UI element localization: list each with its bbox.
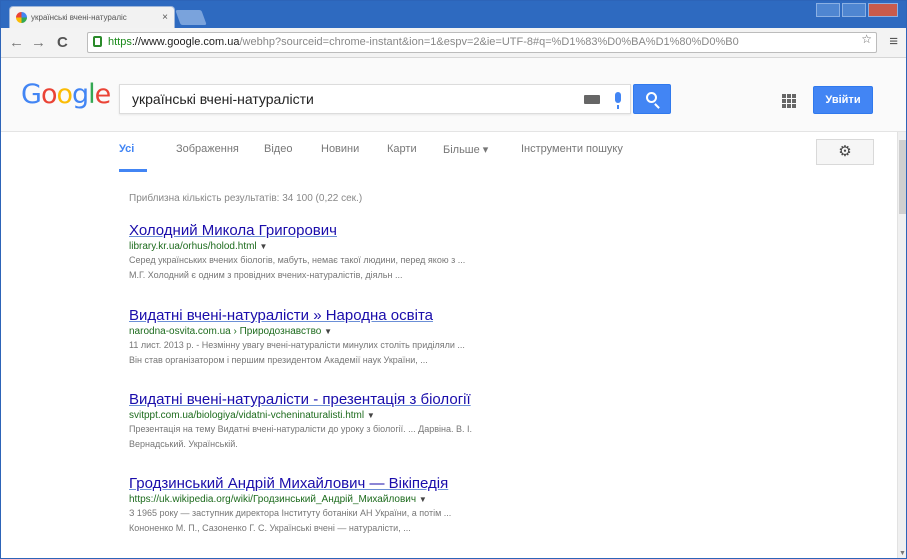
logo-letter: o bbox=[56, 79, 73, 110]
result-snippet: Вернадський. Українській. bbox=[129, 439, 238, 449]
result-url: narodna-osvita.com.ua › Природознавство … bbox=[129, 326, 599, 337]
result-url: svitppt.com.ua/biologiya/vidatni-vchenin… bbox=[129, 410, 599, 421]
url-path: /webhp?sourceid=chrome-instant&ion=1&esp… bbox=[239, 36, 739, 48]
search-icon bbox=[646, 92, 657, 103]
logo-letter: g bbox=[72, 79, 89, 110]
result-title-link[interactable]: Гродзинський Андрій Михайлович — Вікіпед… bbox=[129, 475, 599, 492]
tab-images[interactable]: Зображення bbox=[176, 143, 239, 155]
result-snippet: Серед українських вчених біологів, мабут… bbox=[129, 255, 466, 265]
url-dropdown-icon[interactable]: ▼ bbox=[259, 242, 267, 251]
tab-search-tools[interactable]: Інструменти пошуку bbox=[521, 143, 623, 155]
browser-toolbar: ← → C https://www.google.com.ua/webhp?so… bbox=[1, 28, 906, 58]
google-header: Google українські вчені-натуралісти Увій… bbox=[1, 58, 906, 132]
tab-all[interactable]: Усі bbox=[119, 143, 134, 155]
tab-news[interactable]: Новини bbox=[321, 143, 359, 155]
result-title-link[interactable]: Холодний Микола Григорович bbox=[129, 222, 599, 239]
active-tab-indicator bbox=[119, 169, 147, 172]
result-url-text: svitppt.com.ua/biologiya/vidatni-vchenin… bbox=[129, 410, 365, 421]
result-snippet: З 1965 року — заступник директора Інстит… bbox=[129, 508, 452, 518]
result-title-link[interactable]: Видатні вчені-натуралісти » Народна осві… bbox=[129, 307, 599, 324]
scroll-down-arrow-icon[interactable]: ▼ bbox=[899, 550, 906, 557]
chrome-menu-icon[interactable]: ≡ bbox=[889, 33, 898, 50]
keyboard-icon[interactable] bbox=[584, 95, 600, 104]
result-snippet: Презентація на тему Видатні вчені-натура… bbox=[129, 424, 472, 434]
url-host: ://www.google.com.ua bbox=[131, 36, 240, 48]
search-result: Видатні вчені-натуралісти » Народна осві… bbox=[129, 307, 599, 367]
logo-letter: o bbox=[40, 79, 58, 110]
result-title-link[interactable]: Видатні вчені-натуралісти - презентація … bbox=[129, 391, 599, 408]
search-result: Видатні вчені-натуралісти - презентація … bbox=[129, 391, 599, 451]
result-stats: Приблизна кількість результатів: 34 100 … bbox=[129, 193, 363, 204]
tab-video[interactable]: Відео bbox=[264, 143, 292, 155]
result-snippet: Він став організатором і першим президен… bbox=[129, 355, 428, 365]
url-dropdown-icon[interactable]: ▼ bbox=[419, 495, 427, 504]
result-url-text: narodna-osvita.com.ua › Природознавство bbox=[129, 326, 322, 337]
tab-close-icon[interactable]: × bbox=[162, 12, 168, 23]
browser-tab[interactable]: українські вчені-натураліс × bbox=[9, 6, 175, 28]
result-url: https://uk.wikipedia.org/wiki/Гродзинськ… bbox=[129, 494, 599, 505]
title-bar: українські вчені-натураліс × bbox=[1, 1, 906, 28]
url-scheme: https bbox=[108, 36, 132, 48]
search-result: Гродзинський Андрій Михайлович — Вікіпед… bbox=[129, 475, 599, 535]
vertical-scrollbar[interactable]: ▼ bbox=[897, 132, 906, 558]
search-result: Холодний Микола Григорович library.kr.ua… bbox=[129, 222, 599, 282]
microphone-icon[interactable] bbox=[615, 92, 621, 109]
result-url-text: https://uk.wikipedia.org/wiki/Гродзинськ… bbox=[129, 494, 417, 505]
forward-button[interactable]: → bbox=[31, 34, 46, 51]
minimize-button[interactable] bbox=[816, 3, 840, 17]
signin-button[interactable]: Увійти bbox=[813, 86, 873, 114]
search-button[interactable] bbox=[633, 84, 671, 114]
tab-more[interactable]: Більше ▾ bbox=[443, 143, 488, 156]
bookmark-star-icon[interactable]: ☆ bbox=[861, 32, 872, 46]
apps-grid-icon[interactable] bbox=[782, 94, 796, 108]
search-tabs: Усі Зображення Відео Новини Карти Більше… bbox=[1, 132, 906, 172]
reload-button[interactable]: C bbox=[57, 34, 68, 51]
result-snippet: М.Г. Холодний є одним з провідних вчених… bbox=[129, 270, 403, 280]
result-snippet: Кононенко М. П., Сазоненко Г. С. Українс… bbox=[129, 523, 411, 533]
google-favicon-icon bbox=[16, 12, 27, 23]
window-controls bbox=[816, 3, 898, 17]
result-url: library.kr.ua/orhus/holod.html ▼ bbox=[129, 241, 599, 252]
browser-window: українські вчені-натураліс × ← → C https… bbox=[0, 0, 907, 559]
scrollbar-thumb[interactable] bbox=[899, 140, 906, 214]
back-button[interactable]: ← bbox=[9, 34, 24, 51]
logo-letter: e bbox=[94, 79, 112, 110]
google-logo[interactable]: Google bbox=[21, 79, 112, 110]
maximize-button[interactable] bbox=[842, 3, 866, 17]
search-input[interactable]: українські вчені-натуралісти bbox=[119, 84, 631, 114]
settings-gear-icon[interactable]: ⚙ bbox=[816, 139, 874, 165]
result-snippet: 11 лист. 2013 р. - Незмінну увагу вчені-… bbox=[129, 340, 465, 350]
result-url-text: library.kr.ua/orhus/holod.html bbox=[129, 241, 257, 252]
url-dropdown-icon[interactable]: ▼ bbox=[324, 327, 332, 336]
lock-icon bbox=[93, 36, 102, 47]
new-tab-button[interactable] bbox=[175, 10, 207, 25]
tab-maps[interactable]: Карти bbox=[387, 143, 417, 155]
address-bar[interactable]: https://www.google.com.ua/webhp?sourceid… bbox=[87, 32, 877, 53]
tab-title: українські вчені-натураліс bbox=[31, 13, 127, 22]
url-dropdown-icon[interactable]: ▼ bbox=[367, 411, 375, 420]
close-window-button[interactable] bbox=[868, 3, 898, 17]
logo-letter: G bbox=[21, 79, 42, 110]
search-query: українські вчені-натуралісти bbox=[132, 91, 314, 107]
